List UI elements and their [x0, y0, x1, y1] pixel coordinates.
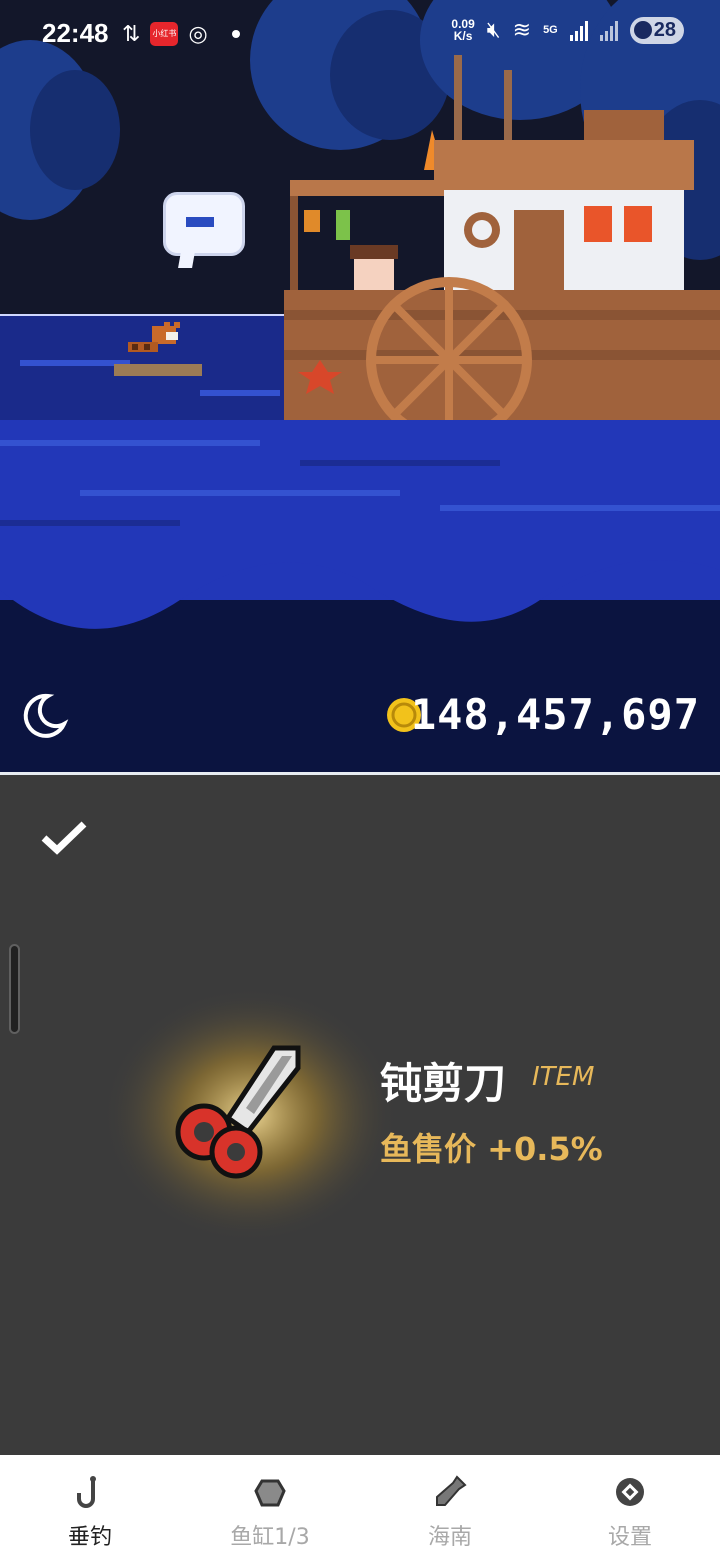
bottle-icon [436, 1475, 467, 1506]
nav-item-fish-tank[interactable]: 鱼缸1/3 [180, 1455, 360, 1560]
moon-icon[interactable] [18, 690, 70, 742]
nav-item-fishing[interactable]: 垂钓 [0, 1455, 180, 1560]
nav-label-fish-tank: 鱼缸1/3 [230, 1525, 310, 1550]
fish-tank-icon [254, 1479, 286, 1507]
coin-balance: 148,457,697 [410, 690, 700, 739]
transfer-icon: ⇅ [122, 21, 141, 46]
battery-saver-icon [633, 21, 652, 39]
tree-foliage [30, 70, 120, 190]
settings-icon [616, 1478, 644, 1506]
signal-icon [569, 19, 588, 41]
blunt-scissors-icon [175, 1045, 301, 1179]
network-speed-unit: K/s [453, 29, 473, 43]
item-effect: 鱼售价 +0.5% [380, 1130, 603, 1168]
water-stripe [440, 505, 720, 511]
xiaohongshu-icon: 小红书 [150, 22, 179, 46]
water-stripe [200, 390, 280, 396]
scroll-handle[interactable] [9, 944, 20, 1034]
item-name: 钝剪刀 [380, 1059, 507, 1108]
more-notifications-dot [231, 30, 240, 38]
signal-icon-2 [599, 19, 618, 41]
nav-item-hainan[interactable]: 海南 [360, 1455, 540, 1560]
fishing-hook-icon [77, 1476, 96, 1508]
water-stripe [80, 490, 400, 496]
wave-shape [0, 540, 720, 629]
network-speed: 0.09 K/s [451, 18, 474, 42]
status-bar: 22:48 ⇅ 小红书 ◎ 0.09 K/s 🔇︎ ≋ 5G 28 [0, 0, 720, 70]
game-scene[interactable]: 148,457,697 [0, 0, 720, 774]
nav-label-settings: 设置 [607, 1525, 652, 1550]
bottom-nav: 垂钓 鱼缸1/3 海南 设置 [0, 1455, 720, 1560]
paddle-boat[interactable] [284, 50, 720, 420]
water-stripe [0, 440, 260, 446]
speech-bubble-tail [178, 246, 196, 268]
status-time: 22:48 [42, 18, 109, 48]
status-app-icons: ⇅ 小红书 ◎ [122, 20, 240, 48]
speech-bubble[interactable] [163, 192, 245, 256]
network-type: 5G [543, 24, 558, 36]
bubble-icon [186, 217, 214, 227]
wifi-icon: ≋ [512, 17, 532, 42]
raft [114, 364, 202, 376]
item-type-tag: ITEM [532, 1062, 595, 1092]
nav-label-fishing: 垂钓 [67, 1525, 112, 1550]
red-panda-icon[interactable] [124, 320, 188, 360]
water-stripe [300, 460, 500, 466]
battery-level: 28 [653, 18, 676, 41]
nav-label-hainan: 海南 [427, 1525, 472, 1550]
status-system-icons: 0.09 K/s 🔇︎ ≋ 5G 28 [451, 16, 684, 44]
battery-indicator: 28 [629, 16, 684, 44]
water-stripe [0, 520, 180, 526]
check-icon[interactable] [40, 820, 88, 856]
netease-music-icon: ◎ [188, 21, 208, 46]
mute-icon: 🔇︎ [486, 17, 501, 42]
nav-item-settings[interactable]: 设置 [540, 1455, 720, 1560]
